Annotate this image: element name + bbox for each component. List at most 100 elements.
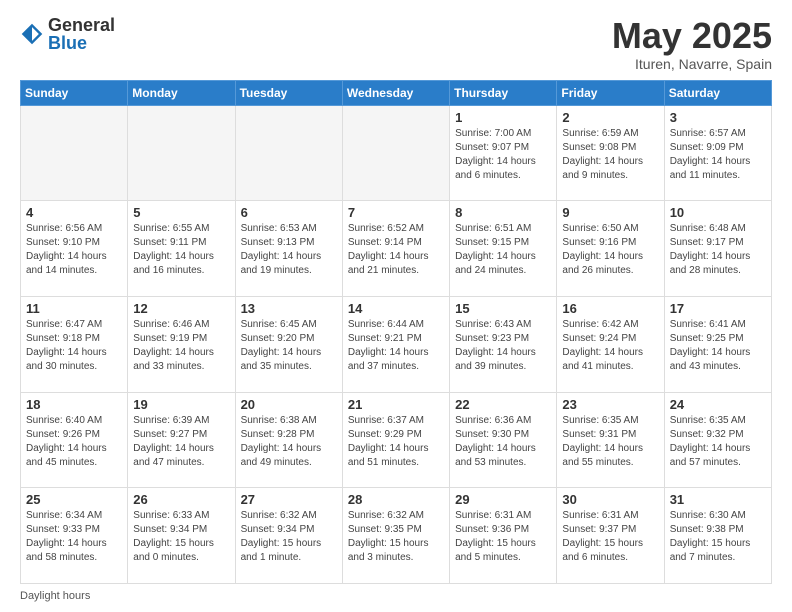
calendar-day-cell: 21 Sunrise: 6:37 AM Sunset: 9:29 PM Dayli… bbox=[342, 392, 449, 488]
calendar-day-cell: 18 Sunrise: 6:40 AM Sunset: 9:26 PM Dayli… bbox=[21, 392, 128, 488]
calendar-day-cell: 6 Sunrise: 6:53 AM Sunset: 9:13 PM Daylig… bbox=[235, 201, 342, 297]
calendar-day-cell: 1 Sunrise: 7:00 AM Sunset: 9:07 PM Daylig… bbox=[450, 105, 557, 201]
logo-icon bbox=[20, 22, 44, 46]
header: General Blue May 2025 Ituren, Navarre, S… bbox=[20, 16, 772, 72]
calendar-day-header: Tuesday bbox=[235, 80, 342, 105]
calendar-day-cell: 27 Sunrise: 6:32 AM Sunset: 9:34 PM Dayli… bbox=[235, 488, 342, 584]
calendar-day-cell: 11 Sunrise: 6:47 AM Sunset: 9:18 PM Dayli… bbox=[21, 296, 128, 392]
day-info: Sunrise: 6:32 AM Sunset: 9:34 PM Dayligh… bbox=[241, 509, 337, 565]
calendar-day-cell: 3Sunrise: 6:57 AM Sunset: 9:09 PM Daylig… bbox=[664, 105, 771, 201]
calendar-day-cell: 30 Sunrise: 6:31 AM Sunset: 9:37 PM Dayli… bbox=[557, 488, 664, 584]
day-info: Sunrise: 6:31 AM Sunset: 9:36 PM Dayligh… bbox=[455, 509, 551, 565]
day-number: 2 bbox=[562, 110, 658, 125]
day-number: 13 bbox=[241, 301, 337, 316]
day-info: Sunrise: 6:32 AM Sunset: 9:35 PM Dayligh… bbox=[348, 509, 444, 565]
footer: Daylight hours bbox=[20, 590, 772, 602]
title-block: May 2025 Ituren, Navarre, Spain bbox=[612, 16, 772, 72]
day-number: 27 bbox=[241, 492, 337, 507]
main-title: May 2025 bbox=[612, 16, 772, 56]
day-number: 26 bbox=[133, 492, 229, 507]
day-info: Sunrise: 6:38 AM Sunset: 9:28 PM Dayligh… bbox=[241, 414, 337, 470]
day-info: Sunrise: 6:39 AM Sunset: 9:27 PM Dayligh… bbox=[133, 414, 229, 470]
day-number: 11 bbox=[26, 301, 122, 316]
day-info: Sunrise: 6:47 AM Sunset: 9:18 PM Dayligh… bbox=[26, 318, 122, 374]
calendar-day-cell: 17 Sunrise: 6:41 AM Sunset: 9:25 PM Dayli… bbox=[664, 296, 771, 392]
day-info: Sunrise: 6:57 AM Sunset: 9:09 PM Dayligh… bbox=[670, 127, 766, 183]
day-number: 6 bbox=[241, 205, 337, 220]
day-number: 7 bbox=[348, 205, 444, 220]
calendar-day-cell: 15Sunrise: 6:43 AM Sunset: 9:23 PM Dayli… bbox=[450, 296, 557, 392]
day-info: Sunrise: 6:36 AM Sunset: 9:30 PM Dayligh… bbox=[455, 414, 551, 470]
calendar-day-cell: 14Sunrise: 6:44 AM Sunset: 9:21 PM Dayli… bbox=[342, 296, 449, 392]
page: General Blue May 2025 Ituren, Navarre, S… bbox=[0, 0, 792, 612]
calendar-week-row: 25 Sunrise: 6:34 AM Sunset: 9:33 PM Dayli… bbox=[21, 488, 772, 584]
calendar-day-cell: 5 Sunrise: 6:55 AM Sunset: 9:11 PM Daylig… bbox=[128, 201, 235, 297]
calendar-day-cell: 26 Sunrise: 6:33 AM Sunset: 9:34 PM Dayli… bbox=[128, 488, 235, 584]
day-info: Sunrise: 6:31 AM Sunset: 9:37 PM Dayligh… bbox=[562, 509, 658, 565]
calendar-day-header: Wednesday bbox=[342, 80, 449, 105]
day-number: 19 bbox=[133, 397, 229, 412]
calendar-day-cell: 12Sunrise: 6:46 AM Sunset: 9:19 PM Dayli… bbox=[128, 296, 235, 392]
day-number: 22 bbox=[455, 397, 551, 412]
day-number: 25 bbox=[26, 492, 122, 507]
day-info: Sunrise: 7:00 AM Sunset: 9:07 PM Dayligh… bbox=[455, 127, 551, 183]
day-number: 8 bbox=[455, 205, 551, 220]
calendar-day-cell: 16 Sunrise: 6:42 AM Sunset: 9:24 PM Dayli… bbox=[557, 296, 664, 392]
logo-general-text: General bbox=[48, 16, 115, 34]
day-info: Sunrise: 6:56 AM Sunset: 9:10 PM Dayligh… bbox=[26, 222, 122, 278]
calendar-header-row: SundayMondayTuesdayWednesdayThursdayFrid… bbox=[21, 80, 772, 105]
day-info: Sunrise: 6:42 AM Sunset: 9:24 PM Dayligh… bbox=[562, 318, 658, 374]
day-info: Sunrise: 6:46 AM Sunset: 9:19 PM Dayligh… bbox=[133, 318, 229, 374]
day-number: 21 bbox=[348, 397, 444, 412]
calendar-day-cell: 2Sunrise: 6:59 AM Sunset: 9:08 PM Daylig… bbox=[557, 105, 664, 201]
day-number: 23 bbox=[562, 397, 658, 412]
calendar-day-cell: 31Sunrise: 6:30 AM Sunset: 9:38 PM Dayli… bbox=[664, 488, 771, 584]
calendar-day-header: Saturday bbox=[664, 80, 771, 105]
calendar-table: SundayMondayTuesdayWednesdayThursdayFrid… bbox=[20, 80, 772, 584]
calendar-week-row: 4 Sunrise: 6:56 AM Sunset: 9:10 PM Daylig… bbox=[21, 201, 772, 297]
calendar-day-cell: 25 Sunrise: 6:34 AM Sunset: 9:33 PM Dayli… bbox=[21, 488, 128, 584]
calendar-day-cell: 23Sunrise: 6:35 AM Sunset: 9:31 PM Dayli… bbox=[557, 392, 664, 488]
day-number: 5 bbox=[133, 205, 229, 220]
calendar-day-header: Thursday bbox=[450, 80, 557, 105]
day-number: 18 bbox=[26, 397, 122, 412]
logo: General Blue bbox=[20, 16, 115, 52]
day-info: Sunrise: 6:50 AM Sunset: 9:16 PM Dayligh… bbox=[562, 222, 658, 278]
day-info: Sunrise: 6:53 AM Sunset: 9:13 PM Dayligh… bbox=[241, 222, 337, 278]
calendar-day-header: Sunday bbox=[21, 80, 128, 105]
day-info: Sunrise: 6:51 AM Sunset: 9:15 PM Dayligh… bbox=[455, 222, 551, 278]
day-info: Sunrise: 6:41 AM Sunset: 9:25 PM Dayligh… bbox=[670, 318, 766, 374]
logo-text: General Blue bbox=[48, 16, 115, 52]
day-number: 31 bbox=[670, 492, 766, 507]
day-number: 17 bbox=[670, 301, 766, 316]
logo-blue-text: Blue bbox=[48, 34, 115, 52]
day-number: 1 bbox=[455, 110, 551, 125]
calendar-day-cell bbox=[21, 105, 128, 201]
day-number: 9 bbox=[562, 205, 658, 220]
day-number: 4 bbox=[26, 205, 122, 220]
calendar-day-cell bbox=[342, 105, 449, 201]
calendar-week-row: 11 Sunrise: 6:47 AM Sunset: 9:18 PM Dayli… bbox=[21, 296, 772, 392]
calendar-day-header: Friday bbox=[557, 80, 664, 105]
calendar-day-cell: 28Sunrise: 6:32 AM Sunset: 9:35 PM Dayli… bbox=[342, 488, 449, 584]
calendar-day-cell: 7Sunrise: 6:52 AM Sunset: 9:14 PM Daylig… bbox=[342, 201, 449, 297]
calendar-day-cell: 9 Sunrise: 6:50 AM Sunset: 9:16 PM Daylig… bbox=[557, 201, 664, 297]
calendar-day-cell: 4 Sunrise: 6:56 AM Sunset: 9:10 PM Daylig… bbox=[21, 201, 128, 297]
calendar-day-cell: 24Sunrise: 6:35 AM Sunset: 9:32 PM Dayli… bbox=[664, 392, 771, 488]
day-info: Sunrise: 6:40 AM Sunset: 9:26 PM Dayligh… bbox=[26, 414, 122, 470]
calendar-day-cell: 13Sunrise: 6:45 AM Sunset: 9:20 PM Dayli… bbox=[235, 296, 342, 392]
calendar-day-header: Monday bbox=[128, 80, 235, 105]
day-info: Sunrise: 6:48 AM Sunset: 9:17 PM Dayligh… bbox=[670, 222, 766, 278]
day-number: 16 bbox=[562, 301, 658, 316]
day-info: Sunrise: 6:33 AM Sunset: 9:34 PM Dayligh… bbox=[133, 509, 229, 565]
calendar-week-row: 18 Sunrise: 6:40 AM Sunset: 9:26 PM Dayli… bbox=[21, 392, 772, 488]
calendar-day-cell bbox=[128, 105, 235, 201]
calendar-day-cell: 10Sunrise: 6:48 AM Sunset: 9:17 PM Dayli… bbox=[664, 201, 771, 297]
subtitle: Ituren, Navarre, Spain bbox=[612, 56, 772, 72]
day-info: Sunrise: 6:55 AM Sunset: 9:11 PM Dayligh… bbox=[133, 222, 229, 278]
day-info: Sunrise: 6:43 AM Sunset: 9:23 PM Dayligh… bbox=[455, 318, 551, 374]
day-number: 30 bbox=[562, 492, 658, 507]
calendar-day-cell: 22 Sunrise: 6:36 AM Sunset: 9:30 PM Dayli… bbox=[450, 392, 557, 488]
day-info: Sunrise: 6:34 AM Sunset: 9:33 PM Dayligh… bbox=[26, 509, 122, 565]
day-info: Sunrise: 6:37 AM Sunset: 9:29 PM Dayligh… bbox=[348, 414, 444, 470]
